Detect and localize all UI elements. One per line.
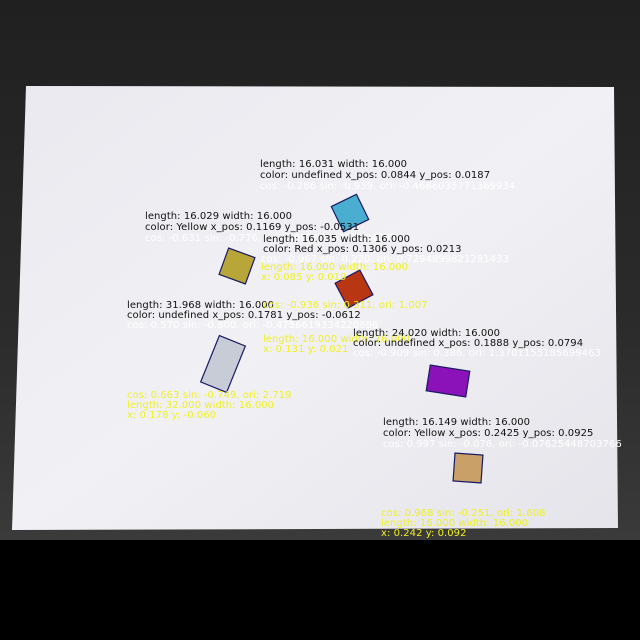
- tan-overlay-xy-label: x: 0.242 y: 0.092: [381, 528, 467, 539]
- grey-mid-xy-label: x: 0.131 y: 0.021: [263, 344, 349, 355]
- purple-block: [425, 364, 471, 398]
- tan-color-pos-label: color: Yellow x_pos: 0.2425 y_pos: 0.092…: [383, 428, 594, 439]
- red-overlay-xy-label: x: 0.085 y: 0.019: [261, 272, 347, 283]
- grey-trig-label: cos: 0.570 sin: -0.800, ori: -0.47566193…: [127, 320, 379, 331]
- tan-trig-label: cos: 0.997 sin: -0.076, ori: -0.07625448…: [383, 439, 622, 450]
- olive-color-pos-label: color: Yellow x_pos: 0.1169 y_pos: -0.05…: [145, 222, 360, 233]
- black-letterbox: [0, 540, 640, 640]
- tan-dims-label: length: 16.149 width: 16.000: [383, 417, 531, 428]
- grey-overlay-xy-label: x: 0.178 y: -0.060: [127, 410, 217, 421]
- olive-dims-label: length: 16.029 width: 16.000: [145, 211, 293, 222]
- grey-mid-trig-label: cos: -0.936 sin: 0.311, ori: 1.007: [263, 300, 428, 311]
- camera-detection-view: length: 16.031 width: 16.000 color: unde…: [0, 0, 640, 640]
- cyan-trig-label: cos: -0.286 sin: -0.939, ori: -0.4666035…: [260, 181, 516, 192]
- cyan-color-pos-label: color: undefined x_pos: 0.0844 y_pos: 0.…: [260, 170, 491, 181]
- tan-block: [452, 452, 484, 484]
- camera-frame: length: 16.031 width: 16.000 color: unde…: [0, 0, 640, 540]
- purple-trig-label: cos: -0.909 sin: 0.386, ori: 1.370115518…: [353, 348, 601, 359]
- cyan-dims-label: length: 16.031 width: 16.000: [260, 159, 408, 170]
